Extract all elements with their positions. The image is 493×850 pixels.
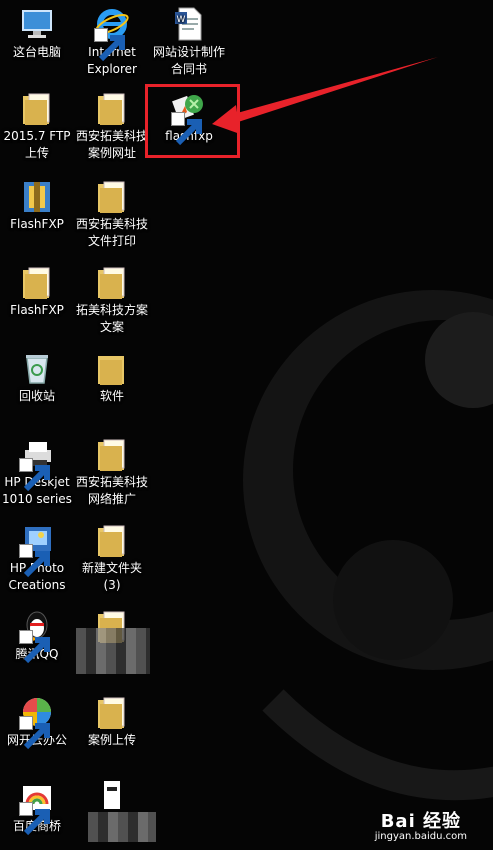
watermark-url: jingyan.baidu.com xyxy=(374,831,467,842)
watermark-brand: Bai 经验 xyxy=(380,811,462,832)
annotation-arrow xyxy=(212,57,438,134)
baidu-jingyan-watermark: Bai 经验 jingyan.baidu.com xyxy=(375,807,467,842)
